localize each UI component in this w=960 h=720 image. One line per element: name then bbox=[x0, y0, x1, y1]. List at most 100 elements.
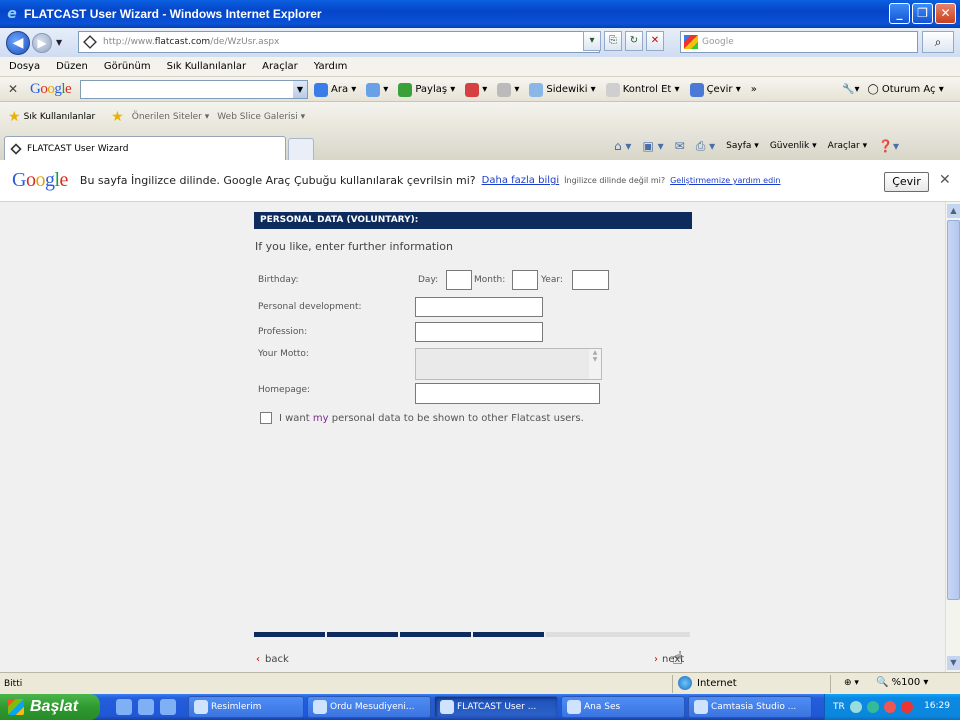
zoom-level[interactable]: 🔍 %100 ▾ bbox=[876, 677, 928, 688]
address-input[interactable]: http://www.flatcast.com/de/WzUsr.aspx bbox=[78, 31, 600, 53]
minimize-button[interactable]: _ bbox=[889, 3, 910, 24]
progress-step bbox=[473, 632, 544, 637]
page-icon bbox=[10, 142, 22, 155]
security-zone[interactable]: Internet bbox=[678, 676, 737, 690]
tools-menu[interactable]: Araçlar ▾ bbox=[828, 141, 867, 151]
star-icon: ★ bbox=[8, 109, 21, 125]
day-input[interactable] bbox=[446, 270, 472, 290]
compatibility-icon[interactable]: ⎘ bbox=[604, 31, 622, 51]
new-tab-button[interactable] bbox=[288, 138, 314, 160]
menu-view[interactable]: Görünüm bbox=[104, 61, 151, 72]
help-icon[interactable]: ❓▾ bbox=[878, 139, 899, 153]
textarea-scrollbar[interactable]: ▲ ▼ bbox=[589, 349, 601, 379]
add-favorite-icon[interactable]: ★ bbox=[111, 109, 124, 125]
page-menu[interactable]: Sayfa ▾ bbox=[726, 141, 759, 151]
tray-icon[interactable] bbox=[900, 701, 913, 713]
scroll-down-icon[interactable]: ▼ bbox=[947, 656, 960, 670]
sidewiki-button[interactable]: Sidewiki ▾ bbox=[529, 82, 596, 97]
spellcheck-button[interactable]: Kontrol Et ▾ bbox=[605, 82, 680, 97]
wrench-icon[interactable]: 🔧▾ bbox=[842, 84, 859, 95]
personal-development-input[interactable] bbox=[415, 297, 543, 317]
tray-icon[interactable] bbox=[849, 701, 862, 713]
signin-button[interactable]: ◯ Oturum Aç ▾ bbox=[867, 84, 943, 95]
google-toolbar-search-input[interactable]: ▼ bbox=[80, 80, 308, 99]
hand-cursor-icon: ☝ bbox=[672, 648, 683, 669]
stop-icon[interactable]: ✕ bbox=[646, 31, 664, 51]
feeds-icon[interactable]: ▣ ▾ bbox=[642, 139, 663, 153]
desktop-quicklaunch-icon[interactable] bbox=[138, 699, 154, 715]
tab-title: FLATCAST User Wizard bbox=[27, 143, 129, 154]
start-button[interactable]: Başlat bbox=[0, 694, 100, 720]
menu-help[interactable]: Yardım bbox=[314, 61, 348, 72]
translate-message: Bu sayfa İngilizce dilinde. Google Araç … bbox=[79, 174, 476, 187]
url-text: http://www.flatcast.com/de/WzUsr.aspx bbox=[103, 37, 280, 47]
tray-icon[interactable] bbox=[866, 701, 879, 713]
history-dropdown-icon[interactable]: ▼ bbox=[56, 38, 62, 47]
status-text: Bitti bbox=[4, 678, 23, 689]
menu-edit[interactable]: Düzen bbox=[56, 61, 88, 72]
clock: 16:29 bbox=[924, 701, 950, 711]
window-controls: _ ❐ ✕ bbox=[889, 3, 956, 24]
search-go-icon[interactable]: ⌕ bbox=[922, 31, 954, 53]
taskbar-button-camtasia[interactable]: Camtasia Studio ... bbox=[688, 696, 812, 718]
tab-row: FLATCAST User Wizard ⌂ ▾ ▣ ▾ ✉ ⎙ ▾ Sayfa… bbox=[0, 132, 960, 160]
translate-bar: Google Bu sayfa İngilizce dilinde. Googl… bbox=[0, 160, 960, 202]
favorites-button[interactable]: ★ Sık Kullanılanlar bbox=[8, 109, 95, 125]
taskbar-button-flatcast[interactable]: FLATCAST User ... bbox=[434, 696, 558, 718]
back-nav-button[interactable]: ◀ bbox=[6, 30, 30, 55]
taskbar-button-anases[interactable]: Ana Ses bbox=[561, 696, 685, 718]
status-bar: Bitti Internet ⊕ ▾ 🔍 %100 ▾ bbox=[0, 672, 960, 694]
wizard-progress bbox=[254, 632, 690, 637]
close-icon[interactable]: ✕ bbox=[939, 172, 951, 188]
ie-quicklaunch-icon[interactable] bbox=[116, 699, 132, 715]
mail-icon[interactable]: ✉ bbox=[675, 139, 685, 153]
page-scrollbar[interactable]: ▲ ▼ bbox=[945, 202, 960, 672]
close-button[interactable]: ✕ bbox=[935, 3, 956, 24]
suggested-sites-link[interactable]: Önerilen Siteler ▾ bbox=[132, 112, 210, 122]
motto-textarea[interactable]: ▲ ▼ bbox=[415, 348, 602, 380]
tab-flatcast[interactable]: FLATCAST User Wizard bbox=[4, 136, 286, 160]
intro-text: If you like, enter further information bbox=[255, 240, 453, 253]
quick-launch bbox=[116, 699, 176, 715]
menu-favorites[interactable]: Sık Kullanılanlar bbox=[167, 61, 247, 72]
more-info-link[interactable]: Daha fazla bilgi bbox=[482, 175, 560, 186]
taskbar-button-ordu[interactable]: Ordu Mesudiyeni... bbox=[307, 696, 431, 718]
ie-logo-icon: e bbox=[7, 6, 17, 22]
taskbar-button-pictures[interactable]: Resimlerim bbox=[188, 696, 304, 718]
bookmark-button[interactable]: ▾ bbox=[465, 82, 487, 97]
search-input[interactable]: Google bbox=[680, 31, 918, 53]
safety-menu[interactable]: Güvenlik ▾ bbox=[770, 141, 817, 151]
scroll-thumb[interactable] bbox=[947, 220, 960, 600]
toolbar-close-icon[interactable]: ✕ bbox=[8, 82, 22, 96]
back-link[interactable]: ‹ back bbox=[256, 654, 289, 665]
month-input[interactable] bbox=[512, 270, 538, 290]
tray-icon[interactable] bbox=[883, 701, 896, 713]
help-improve-link[interactable]: Geliştirmemize yardım edin bbox=[670, 176, 780, 185]
address-dropdown-icon[interactable]: ▾ bbox=[583, 31, 601, 51]
google-search-button[interactable]: Ara ▾ bbox=[314, 82, 356, 97]
chevron-down-icon[interactable]: ▼ bbox=[293, 81, 307, 98]
link-button[interactable]: ▾ bbox=[497, 82, 519, 97]
more-tools-button[interactable]: » bbox=[751, 84, 757, 95]
year-input[interactable] bbox=[572, 270, 609, 290]
window-title-bar: e FLATCAST User Wizard - Windows Interne… bbox=[0, 0, 960, 28]
media-quicklaunch-icon[interactable] bbox=[160, 699, 176, 715]
profession-input[interactable] bbox=[415, 322, 543, 342]
scroll-up-icon[interactable]: ▲ bbox=[947, 204, 960, 218]
maximize-button[interactable]: ❐ bbox=[912, 3, 933, 24]
translate-button[interactable]: Çevir ▾ bbox=[689, 82, 741, 97]
forward-nav-button[interactable]: ▶ bbox=[32, 32, 52, 53]
menu-tools[interactable]: Araçlar bbox=[262, 61, 298, 72]
print-icon[interactable]: ⎙ ▾ bbox=[696, 139, 715, 154]
web-slice-gallery-link[interactable]: Web Slice Galerisi ▾ bbox=[217, 112, 305, 122]
plus-button[interactable]: ▾ bbox=[366, 82, 388, 97]
menu-file[interactable]: Dosya bbox=[9, 61, 40, 72]
protected-mode-icon[interactable]: ⊕ ▾ bbox=[844, 678, 859, 688]
homepage-input[interactable] bbox=[415, 383, 600, 404]
share-button[interactable]: Paylaş ▾ bbox=[398, 82, 455, 97]
home-icon[interactable]: ⌂ ▾ bbox=[614, 139, 631, 153]
language-indicator[interactable]: TR bbox=[833, 702, 845, 712]
show-data-checkbox[interactable] bbox=[260, 412, 272, 424]
translate-page-button[interactable]: Çevir bbox=[884, 172, 929, 192]
refresh-icon[interactable]: ↻ bbox=[625, 31, 643, 51]
